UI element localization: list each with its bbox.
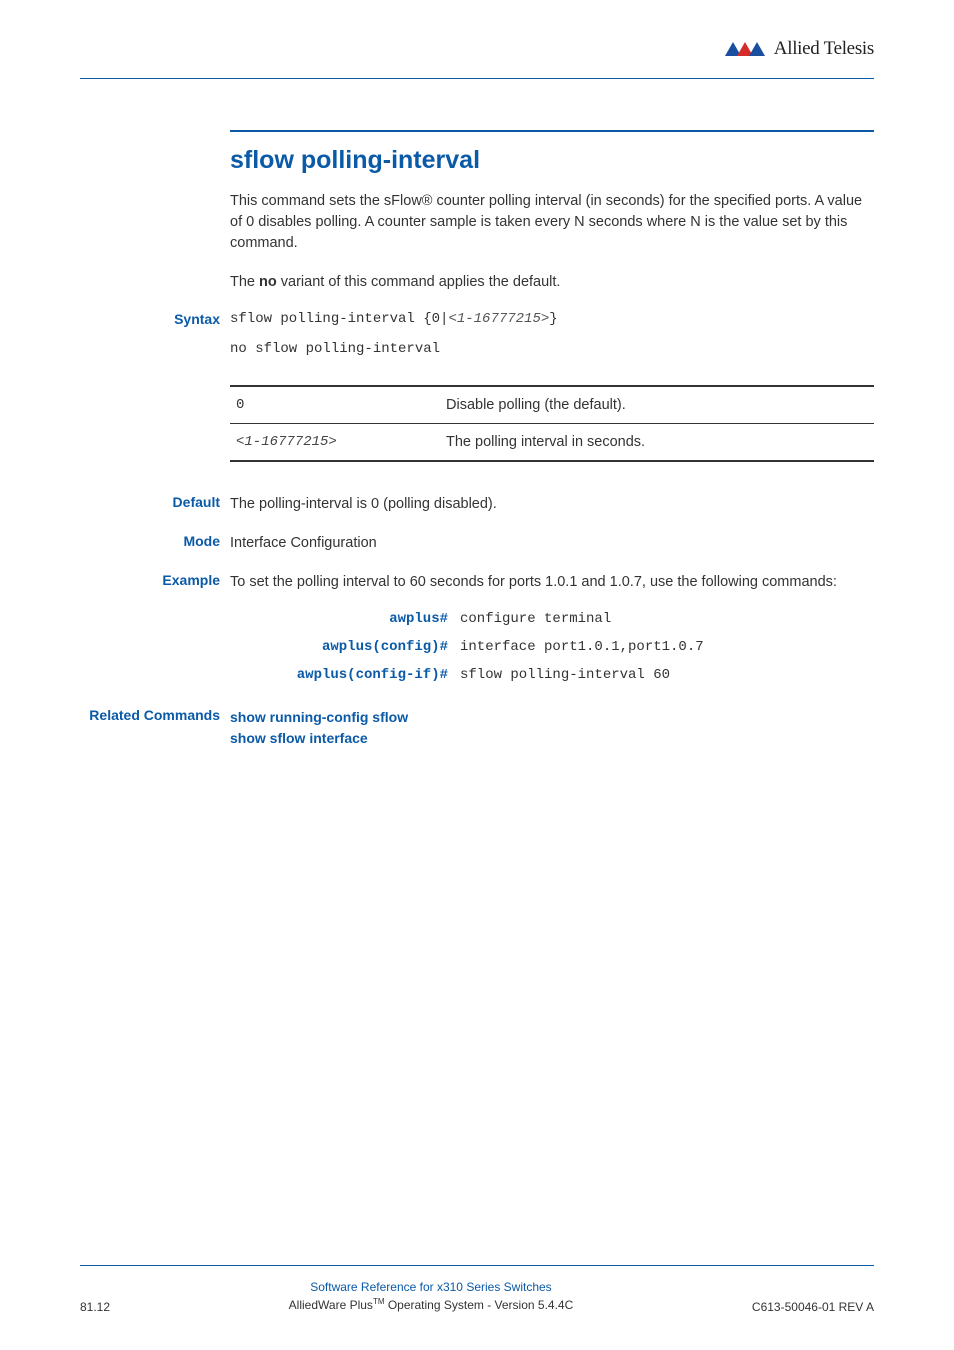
example-label: Example bbox=[80, 572, 220, 588]
syntax-line1-param: <1-16777215> bbox=[448, 311, 549, 327]
example-line: awplus(config)# interface port1.0.1,port… bbox=[230, 639, 874, 655]
footer-c2-tm: TM bbox=[373, 1297, 385, 1306]
cli-command: interface port1.0.1,port1.0.7 bbox=[460, 639, 704, 655]
footer-c2-post: Operating System - Version 5.4.4C bbox=[385, 1298, 574, 1312]
default-section: Default The polling-interval is 0 (polli… bbox=[230, 494, 874, 515]
related-label: Related Commands bbox=[24, 707, 220, 723]
footer-c2-pre: AlliedWare Plus bbox=[289, 1298, 373, 1312]
intro-p2-bold: no bbox=[259, 274, 277, 290]
syntax-line1-post: } bbox=[549, 311, 557, 327]
syntax-line1-pre: sflow polling-interval {0| bbox=[230, 311, 448, 327]
param-cell-desc: The polling interval in seconds. bbox=[446, 434, 868, 450]
param-cell-key: <1-16777215> bbox=[236, 434, 406, 450]
brand-triangle-icon bbox=[724, 40, 770, 58]
intro-p2-pre: The bbox=[230, 274, 259, 290]
param-cell-desc: Disable polling (the default). bbox=[446, 397, 868, 413]
param0-plain: 0 bbox=[236, 397, 244, 413]
syntax-label: Syntax bbox=[80, 311, 220, 327]
page-title: sflow polling-interval bbox=[230, 146, 874, 175]
example-section: Example To set the polling interval to 6… bbox=[230, 572, 874, 683]
footer-rule bbox=[80, 1265, 874, 1266]
related-links: show running-config sflow show sflow int… bbox=[230, 707, 874, 749]
intro-p2-post: variant of this command applies the defa… bbox=[277, 274, 561, 290]
mode-section: Mode Interface Configuration bbox=[230, 533, 874, 554]
title-rule bbox=[230, 130, 874, 132]
param-cell-key: 0 bbox=[236, 397, 406, 413]
param1-param: <1-16777215> bbox=[236, 434, 337, 450]
mode-label: Mode bbox=[80, 533, 220, 549]
mode-text: Interface Configuration bbox=[230, 533, 874, 554]
example-line: awplus# configure terminal bbox=[230, 611, 874, 627]
intro-paragraph-1: This command sets the sFlow® counter pol… bbox=[230, 191, 874, 254]
footer: 81.12 Software Reference for x310 Series… bbox=[80, 1265, 874, 1314]
cli-command: sflow polling-interval 60 bbox=[460, 667, 670, 683]
brand-logo: Allied Telesis bbox=[724, 38, 874, 60]
example-commands: awplus# configure terminal awplus(config… bbox=[230, 611, 874, 683]
footer-page-number: 81.12 bbox=[80, 1300, 110, 1314]
intro-paragraph-2: The no variant of this command applies t… bbox=[230, 272, 874, 293]
footer-center-line2: AlliedWare PlusTM Operating System - Ver… bbox=[110, 1296, 752, 1314]
brand-name: Allied Telesis bbox=[774, 38, 874, 60]
related-section: Related Commands show running-config sfl… bbox=[230, 707, 874, 749]
param-table: 0 Disable polling (the default). <1-1677… bbox=[230, 385, 874, 462]
cli-prompt: awplus(config-if)# bbox=[230, 667, 460, 683]
syntax-line-1: sflow polling-interval {0|<1-16777215>} bbox=[230, 311, 874, 327]
example-text: To set the polling interval to 60 second… bbox=[230, 572, 874, 593]
syntax-line-2: no sflow polling-interval bbox=[230, 341, 874, 357]
footer-row: 81.12 Software Reference for x310 Series… bbox=[80, 1278, 874, 1314]
cli-prompt: awplus# bbox=[230, 611, 460, 627]
cli-prompt: awplus(config)# bbox=[230, 639, 460, 655]
example-line: awplus(config-if)# sflow polling-interva… bbox=[230, 667, 874, 683]
footer-doc-rev: C613-50046-01 REV A bbox=[752, 1300, 874, 1314]
syntax-section: Syntax sflow polling-interval {0|<1-1677… bbox=[230, 311, 874, 462]
related-link[interactable]: show sflow interface bbox=[230, 728, 874, 749]
default-text: The polling-interval is 0 (polling disab… bbox=[230, 494, 874, 515]
table-row: 0 Disable polling (the default). bbox=[230, 387, 874, 424]
header-rule bbox=[80, 78, 874, 79]
table-row: <1-16777215> The polling interval in sec… bbox=[230, 424, 874, 462]
footer-center-line1: Software Reference for x310 Series Switc… bbox=[110, 1278, 752, 1296]
footer-center: Software Reference for x310 Series Switc… bbox=[110, 1278, 752, 1314]
related-link[interactable]: show running-config sflow bbox=[230, 707, 874, 728]
default-label: Default bbox=[80, 494, 220, 510]
cli-command: configure terminal bbox=[460, 611, 611, 627]
